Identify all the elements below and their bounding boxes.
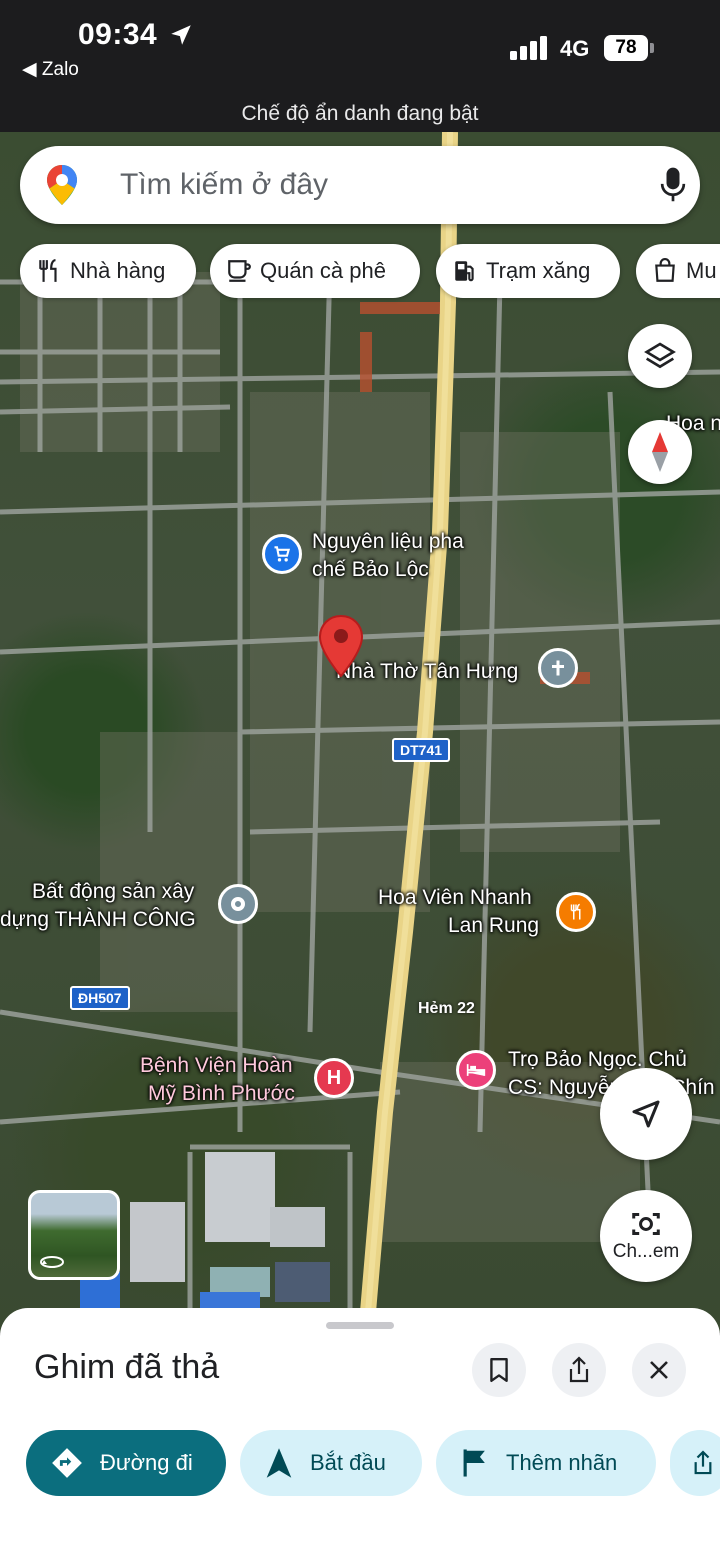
add-label-label: Thêm nhãn — [506, 1450, 618, 1475]
church-poi-icon[interactable] — [538, 648, 578, 688]
poi-label-nguyen-lieu[interactable]: Nguyên liệu pha — [312, 528, 464, 556]
map-roads — [0, 132, 720, 1322]
share-button[interactable] — [552, 1343, 606, 1397]
coffee-cup-icon — [228, 260, 251, 282]
poi-label-hoa-vien[interactable]: Hoa Viên Nhanh — [378, 884, 532, 912]
map-view[interactable]: Hoa n Nguyên liệu pha chế Bảo Lộc Nhà Th… — [0, 132, 720, 1332]
location-arrow-icon — [171, 25, 191, 45]
shopping-cart-poi-icon[interactable] — [262, 534, 302, 574]
microphone-icon[interactable] — [660, 166, 686, 204]
search-placeholder[interactable]: Tìm kiếm ở đây — [120, 168, 328, 202]
poi-label-hoa-vien-2[interactable]: Lan Rung — [448, 912, 539, 940]
status-time: 09:34 — [78, 18, 158, 51]
road-label-hem-22: Hẻm 22 — [418, 1000, 475, 1017]
lodging-poi-icon[interactable] — [456, 1050, 496, 1090]
chip-shopping[interactable]: Mu — [636, 244, 720, 298]
compass-icon — [652, 432, 668, 472]
layers-icon — [644, 342, 676, 369]
bookmark-icon — [490, 1357, 508, 1383]
directions-icon — [52, 1448, 82, 1478]
hospital-poi-icon[interactable]: H — [314, 1058, 354, 1098]
poi-label-benh-vien[interactable]: Bệnh Viện Hoàn — [140, 1052, 293, 1080]
share-action-button[interactable] — [670, 1430, 720, 1496]
sheet-title: Ghim đã thả — [34, 1348, 220, 1386]
search-bar[interactable]: Tìm kiếm ở đây — [20, 146, 700, 224]
network-type: 4G — [560, 36, 590, 61]
camera-search-button[interactable]: Ch...em — [600, 1190, 692, 1282]
gas-station-icon — [455, 261, 474, 282]
my-location-button[interactable] — [600, 1068, 692, 1160]
poi-label-nguyen-lieu-2[interactable]: chế Bảo Lộc — [312, 556, 429, 584]
camera-lens-icon — [632, 1212, 660, 1236]
google-maps-logo-icon — [47, 165, 77, 205]
start-label: Bắt đầu — [310, 1450, 386, 1475]
street-view-rotate-icon — [40, 1256, 64, 1268]
chip-label: Mu — [686, 258, 717, 283]
incognito-banner[interactable]: Chế độ ẩn danh đang bật — [0, 102, 720, 126]
fork-knife-icon — [39, 259, 57, 282]
close-icon — [650, 1361, 668, 1379]
chip-restaurants[interactable]: Nhà hàng — [20, 244, 196, 298]
navigation-start-icon — [266, 1448, 292, 1478]
cellular-signal-icon — [510, 36, 547, 60]
poi-label-bds-2[interactable]: dựng THÀNH CÔNG — [0, 906, 196, 934]
status-bar: 09:34 ◀ Zalo 4G 78 Chế độ ẩn danh đang b… — [0, 0, 720, 132]
directions-label: Đường đi — [100, 1450, 193, 1475]
battery-indicator: 78 — [604, 35, 648, 61]
chip-label: Nhà hàng — [70, 258, 166, 283]
back-to-app-link[interactable]: ◀ Zalo — [22, 58, 79, 81]
street-view-thumbnail[interactable] — [28, 1190, 120, 1280]
directions-button[interactable]: Đường đi — [26, 1430, 226, 1496]
add-label-button[interactable]: Thêm nhãn — [436, 1430, 656, 1496]
battery-tip — [650, 43, 654, 53]
bottom-sheet[interactable]: Ghim đã thả Đường đi Bắt đầu Thêm nhãn — [0, 1308, 720, 1560]
navigation-arrow-icon — [632, 1100, 660, 1128]
dropped-pin-icon[interactable] — [318, 614, 364, 678]
share-icon — [694, 1450, 712, 1475]
poi-label-benh-vien-2[interactable]: Mỹ Bình Phước — [148, 1080, 295, 1108]
road-shield-dt741: DT741 — [392, 738, 451, 762]
sheet-grabber[interactable] — [326, 1322, 394, 1329]
shopping-bag-icon — [655, 258, 675, 282]
chip-label: Trạm xăng — [486, 258, 591, 283]
save-button[interactable] — [472, 1343, 526, 1397]
flag-icon — [463, 1449, 485, 1477]
camera-label: Ch...em — [612, 1241, 680, 1262]
restaurant-poi-icon[interactable] — [556, 892, 596, 932]
share-icon — [569, 1356, 589, 1383]
place-poi-icon[interactable] — [218, 884, 258, 924]
layers-button[interactable] — [628, 324, 692, 388]
chip-gas-station[interactable]: Trạm xăng — [436, 244, 620, 298]
road-shield-dh507: ĐH507 — [70, 986, 130, 1010]
compass-button[interactable] — [628, 420, 692, 484]
chip-coffee[interactable]: Quán cà phê — [210, 244, 420, 298]
poi-label-bds[interactable]: Bất động sản xây — [32, 878, 194, 906]
close-button[interactable] — [632, 1343, 686, 1397]
start-button[interactable]: Bắt đầu — [240, 1430, 422, 1496]
chip-label: Quán cà phê — [260, 258, 386, 283]
